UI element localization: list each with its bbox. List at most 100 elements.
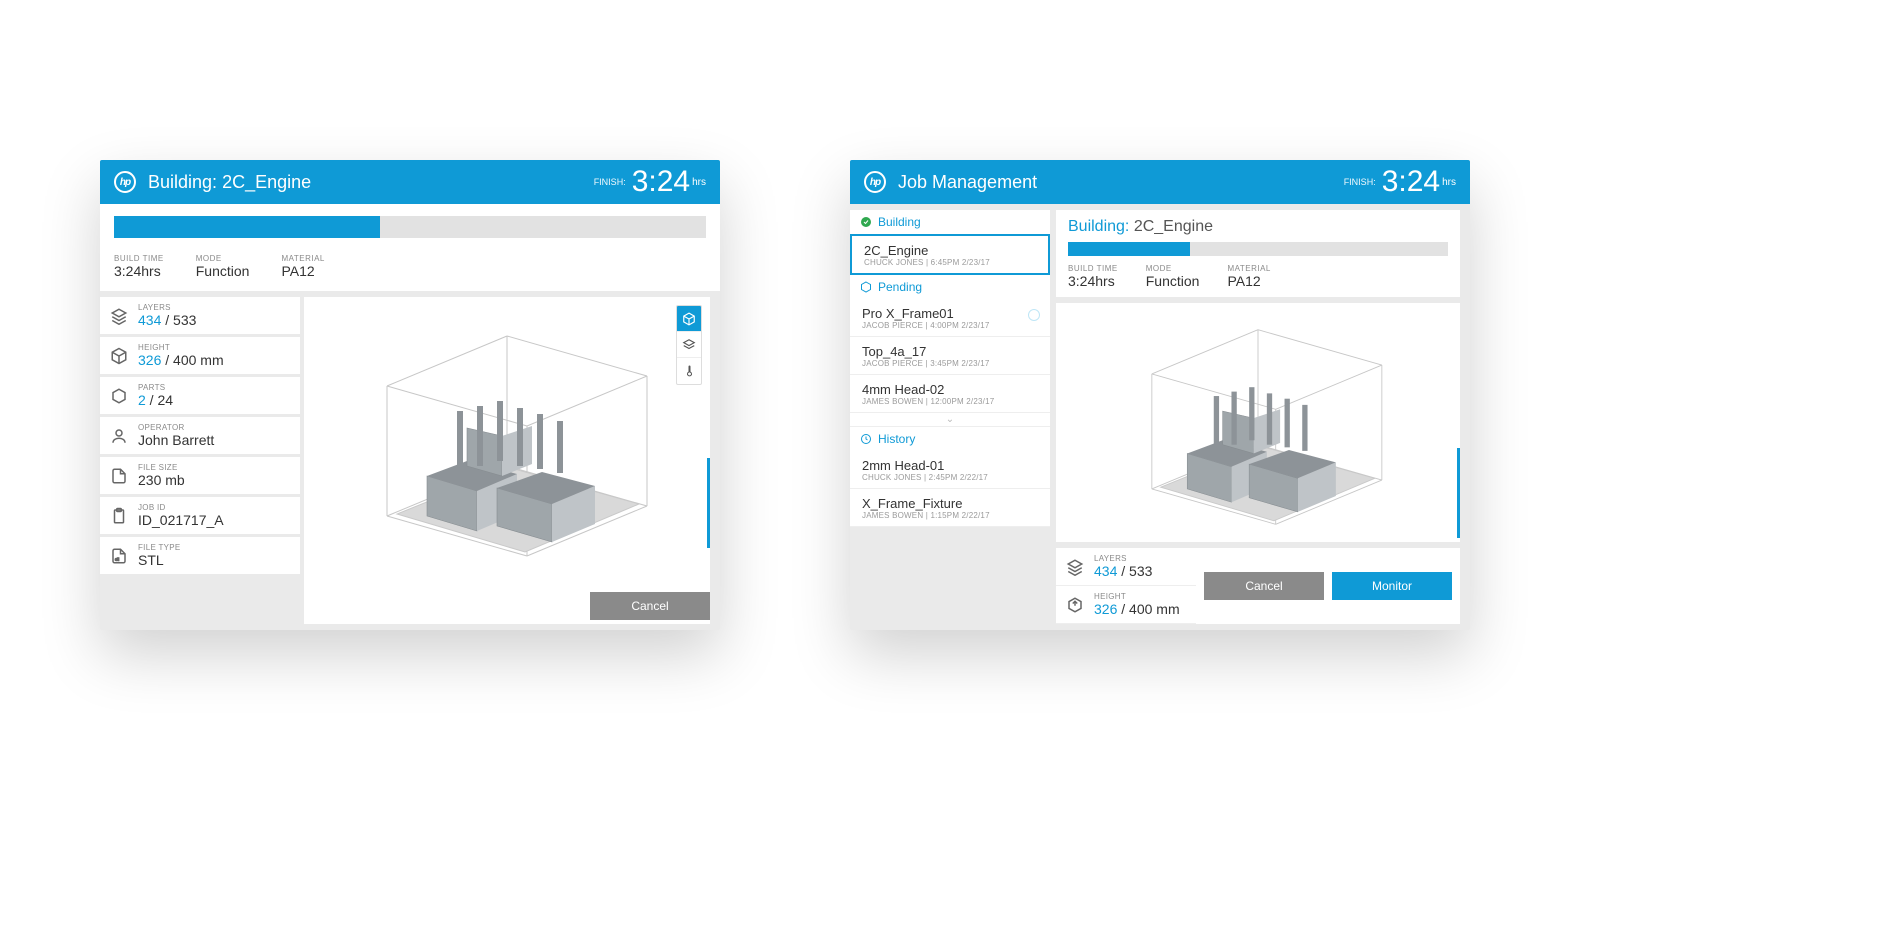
mode-value: Function	[1146, 273, 1200, 289]
height-total: / 400 mm	[1117, 601, 1179, 617]
building-panel: hp Building: 2C_Engine FINISH: 3:24 hrs …	[100, 160, 720, 630]
operator-value: John Barrett	[138, 432, 214, 448]
stat-parts: PARTS 2 / 24	[100, 377, 300, 414]
view-cube-tool[interactable]	[677, 306, 701, 332]
filesize-value: 230 mb	[138, 472, 185, 488]
history-icon	[860, 433, 872, 445]
parts-total: / 24	[146, 392, 173, 408]
job-card-history[interactable]: 2mm Head-01 CHUCK JONES | 2:45PM 2/22/17	[850, 451, 1050, 489]
build-time-label: BUILD TIME	[1068, 264, 1118, 273]
layers-icon	[1066, 558, 1084, 576]
view-layers-tool[interactable]	[677, 332, 701, 358]
header-bar: hp Building: 2C_Engine FINISH: 3:24 hrs	[100, 160, 720, 204]
finish-value: 3:24	[1382, 165, 1440, 199]
layers-total: / 533	[1117, 563, 1152, 579]
layers-total: / 533	[161, 312, 196, 328]
progress-bar	[114, 216, 706, 238]
stat-layers: LAYERS 434 / 533	[100, 297, 300, 334]
file-icon	[110, 467, 128, 485]
finish-value: 3:24	[632, 165, 690, 199]
job-name: Pro X_Frame01	[862, 306, 1040, 321]
job-name: 2C_Engine	[864, 243, 1038, 258]
layers-done: 434	[138, 312, 161, 328]
layers-label: LAYERS	[138, 303, 196, 312]
section-history: History	[850, 427, 1050, 451]
job-name: X_Frame_Fixture	[862, 496, 1040, 511]
build-3d-preview	[1078, 312, 1438, 542]
cancel-button[interactable]: Cancel	[1204, 572, 1324, 600]
material-label: MATERIAL	[281, 254, 324, 263]
parts-label: PARTS	[138, 383, 173, 392]
header-title-prefix: Building:	[148, 172, 217, 192]
material-label: MATERIAL	[1227, 264, 1270, 273]
viewport-tools	[676, 305, 702, 385]
detail-title-job: 2C_Engine	[1134, 218, 1213, 235]
job-meta: JAMES BOWEN | 1:15PM 2/22/17	[862, 511, 1040, 520]
job-meta: CHUCK JONES | 2:45PM 2/22/17	[862, 473, 1040, 482]
stats-sidebar: LAYERS 434 / 533 HEIGHT 326 / 400 mm	[100, 291, 300, 630]
height-done: 326	[1094, 601, 1117, 617]
job-card-pending[interactable]: Pro X_Frame01 JACOB PIERCE | 4:00PM 2/23…	[850, 299, 1050, 337]
job-card-building[interactable]: 2C_Engine CHUCK JONES | 6:45PM 2/23/17	[850, 234, 1050, 275]
expand-more[interactable]: ⌄	[850, 413, 1050, 427]
viewport[interactable]: Cancel	[304, 297, 710, 624]
cube-up-icon	[1066, 596, 1084, 614]
job-meta: CHUCK JONES | 6:45PM 2/23/17	[864, 258, 1038, 267]
clipboard-icon	[110, 507, 128, 525]
mode-label: MODE	[196, 254, 250, 263]
stat-layers: LAYERS 434 / 533	[1056, 548, 1196, 586]
status-badge-icon	[1028, 309, 1040, 321]
user-icon	[110, 427, 128, 445]
check-circle-icon	[860, 216, 872, 228]
filesize-label: FILE SIZE	[138, 463, 185, 472]
build-time-value: 3:24hrs	[1068, 273, 1118, 289]
section-pending: Pending	[850, 275, 1050, 299]
view-temp-tool[interactable]	[677, 358, 701, 384]
job-name: Top_4a_17	[862, 344, 1040, 359]
header-bar: hp Job Management FINISH: 3:24 hrs	[850, 160, 1470, 204]
header-title-job: 2C_Engine	[222, 172, 311, 192]
stat-height: HEIGHT 326 / 400 mm	[100, 337, 300, 374]
height-label: HEIGHT	[138, 343, 224, 352]
filetype-label: FILE TYPE	[138, 543, 181, 552]
job-meta: JAMES BOWEN | 12:00PM 2/23/17	[862, 397, 1040, 406]
jobid-value: ID_021717_A	[138, 512, 224, 528]
mode-value: Function	[196, 263, 250, 279]
section-building-label: Building	[878, 215, 921, 229]
job-card-pending[interactable]: 4mm Head-02 JAMES BOWEN | 12:00PM 2/23/1…	[850, 375, 1050, 413]
finish-unit: hrs	[692, 177, 706, 188]
section-building: Building	[850, 210, 1050, 234]
header-title: Job Management	[898, 172, 1037, 193]
layers-done: 434	[1094, 563, 1117, 579]
progress-bar-fill	[114, 216, 380, 238]
height-label: HEIGHT	[1094, 592, 1180, 601]
finish-unit: hrs	[1442, 177, 1456, 188]
layers-icon	[110, 307, 128, 325]
mode-label: MODE	[1146, 264, 1200, 273]
filetype-icon: stl	[110, 547, 128, 565]
build-time-label: BUILD TIME	[114, 254, 164, 263]
job-name: 4mm Head-02	[862, 382, 1040, 397]
monitor-button[interactable]: Monitor	[1332, 572, 1452, 600]
operator-label: OPERATOR	[138, 423, 214, 432]
cube-icon	[110, 347, 128, 365]
stat-jobid: JOB ID ID_021717_A	[100, 497, 300, 534]
build-3d-preview	[327, 316, 687, 576]
summary-row: BUILD TIME 3:24hrs MODE Function MATERIA…	[1068, 264, 1448, 289]
summary-row: BUILD TIME 3:24hrs MODE Function MATERIA…	[100, 248, 720, 291]
viewport[interactable]	[1056, 303, 1460, 542]
job-detail: Building: 2C_Engine BUILD TIME 3:24hrs M…	[1050, 204, 1470, 630]
stat-filesize: FILE SIZE 230 mb	[100, 457, 300, 494]
cancel-button[interactable]: Cancel	[590, 592, 710, 620]
job-card-history[interactable]: X_Frame_Fixture JAMES BOWEN | 1:15PM 2/2…	[850, 489, 1050, 527]
hp-logo-icon: hp	[114, 171, 136, 193]
material-value: PA12	[281, 263, 324, 279]
progress-area	[100, 204, 720, 248]
header-title: Building: 2C_Engine	[148, 172, 311, 193]
section-history-label: History	[878, 432, 915, 446]
stat-filetype: stl FILE TYPE STL	[100, 537, 300, 574]
job-card-pending[interactable]: Top_4a_17 JACOB PIERCE | 3:45PM 2/23/17	[850, 337, 1050, 375]
filetype-value: STL	[138, 552, 181, 568]
detail-title-prefix: Building:	[1068, 218, 1129, 235]
job-list: Building 2C_Engine CHUCK JONES | 6:45PM …	[850, 204, 1050, 630]
